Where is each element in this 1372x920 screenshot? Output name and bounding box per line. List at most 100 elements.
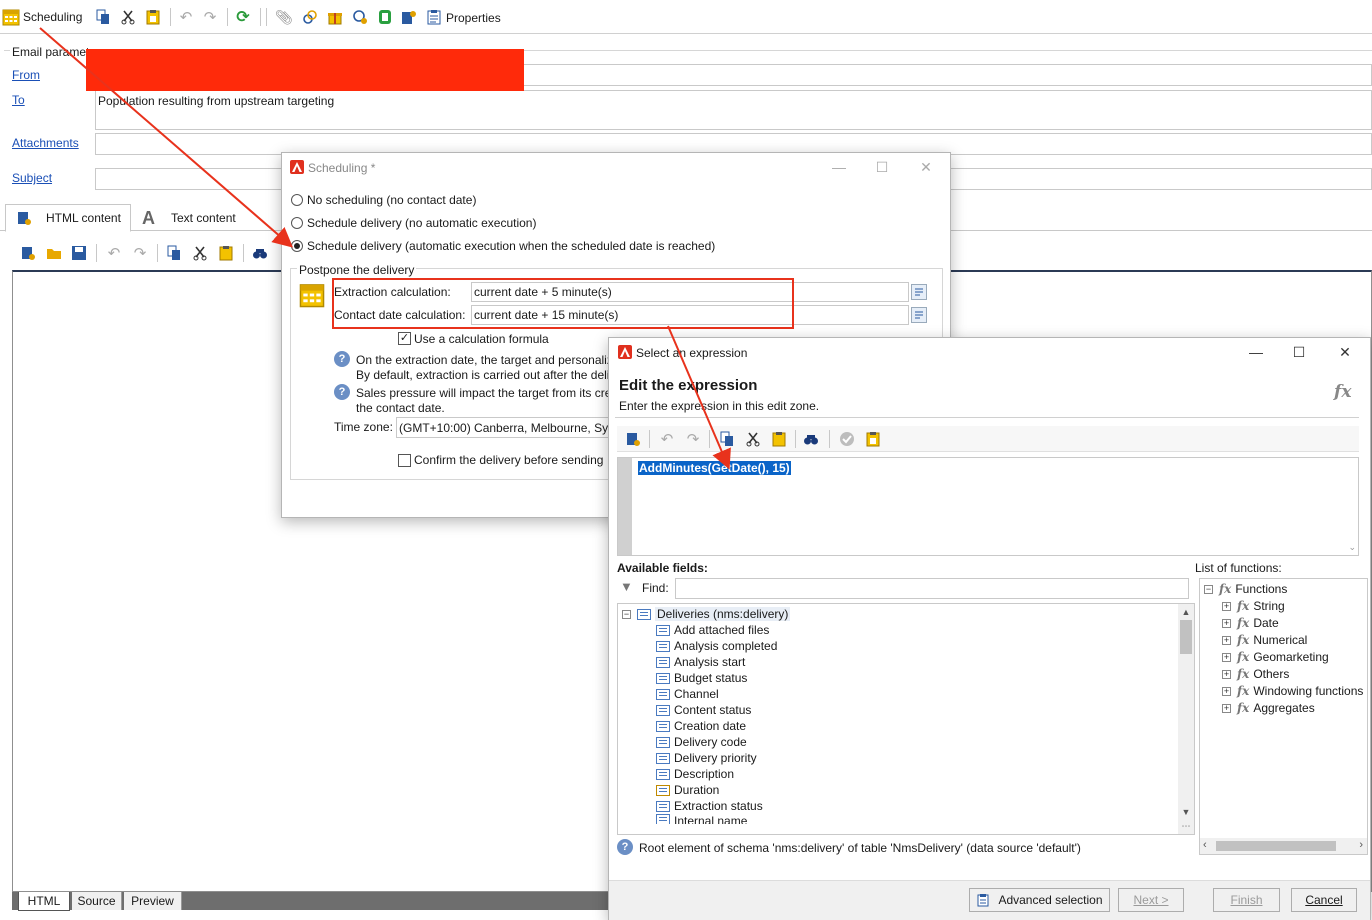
tab-preview[interactable]: Preview [124, 892, 182, 910]
to-link[interactable]: To [12, 93, 25, 107]
list-item[interactable]: Delivery code [656, 734, 747, 750]
editor-find-icon[interactable] [252, 245, 268, 261]
redo-icon[interactable]: ↷ [202, 9, 218, 26]
cut-icon[interactable] [120, 9, 136, 25]
editor-redo-icon[interactable]: ↷ [132, 245, 148, 262]
list-item[interactable]: Analysis completed [656, 638, 777, 654]
new-icon[interactable] [20, 245, 36, 261]
editor-scroll-arrow-icon[interactable]: ⌄ [1348, 542, 1356, 553]
advanced-selection-button[interactable]: Advanced selection [969, 888, 1110, 912]
expr-clipboard-icon[interactable] [865, 431, 881, 447]
cancel-button[interactable]: Cancel [1291, 888, 1357, 912]
use-formula-checkbox[interactable]: ✓ [398, 332, 411, 345]
expand-icon[interactable]: + [1222, 635, 1231, 645]
copy-icon[interactable] [95, 9, 111, 25]
confirm-checkbox[interactable] [398, 454, 411, 467]
contact-date-edit-icon[interactable] [911, 307, 927, 323]
scroll-thumb[interactable] [1180, 620, 1192, 654]
functions-root[interactable]: − fx Functions [1204, 581, 1287, 597]
functions-hscrollbar[interactable]: ‹ › [1200, 838, 1367, 854]
personalize-icon[interactable] [352, 9, 368, 25]
list-item[interactable]: Extraction status [656, 798, 763, 814]
expand-icon[interactable]: + [1222, 618, 1231, 628]
list-item[interactable]: Internal name [656, 814, 747, 824]
expr-copy-icon[interactable] [719, 431, 735, 447]
expr-paste-icon[interactable] [771, 431, 787, 447]
attachment-icon[interactable]: 📎︎ [275, 9, 293, 25]
list-item[interactable]: Duration [656, 782, 719, 798]
function-category[interactable]: + fx Windowing functions [1222, 683, 1363, 699]
collapse-icon[interactable]: − [622, 609, 631, 619]
hscroll-thumb[interactable] [1216, 841, 1336, 851]
expression-close-button[interactable]: ✕ [1323, 338, 1367, 366]
to-field[interactable]: Population resulting from upstream targe… [95, 90, 1372, 130]
list-item[interactable]: Analysis start [656, 654, 745, 670]
function-category[interactable]: + fx Numerical [1222, 632, 1307, 648]
expr-find-icon[interactable] [803, 431, 819, 447]
functions-collapse-icon[interactable]: − [1204, 584, 1213, 594]
expr-cut-icon[interactable] [745, 431, 761, 447]
function-category[interactable]: + fx Others [1222, 666, 1289, 682]
editor-copy-icon[interactable] [166, 245, 182, 261]
tab-html[interactable]: HTML [18, 892, 70, 911]
expr-redo-icon[interactable]: ↷ [685, 431, 701, 448]
tab-html-content[interactable]: HTML content [5, 204, 131, 232]
hscroll-right-icon[interactable]: › [1359, 839, 1363, 851]
radio-schedule-no-auto[interactable] [291, 217, 303, 229]
expand-icon[interactable]: + [1222, 703, 1231, 713]
list-item[interactable]: Budget status [656, 670, 747, 686]
editor-paste-icon[interactable] [218, 245, 234, 261]
expr-undo-icon[interactable]: ↶ [659, 431, 675, 448]
close-button[interactable]: ✕ [904, 153, 948, 181]
tab-text-content[interactable]: A Text content [138, 206, 278, 230]
link-icon[interactable] [302, 9, 318, 25]
finish-button[interactable]: Finish [1213, 888, 1280, 912]
from-link[interactable]: From [12, 68, 40, 82]
undo-icon[interactable]: ↶ [178, 9, 194, 26]
expr-check-icon[interactable] [839, 431, 855, 447]
fields-scrollbar[interactable]: ▲ ▼ [1178, 604, 1194, 820]
expr-new-icon[interactable] [625, 431, 641, 447]
open-folder-icon[interactable] [46, 245, 62, 261]
expression-text[interactable]: AddMinutes(GetDate(), 15) [638, 461, 791, 475]
list-item[interactable]: Channel [656, 686, 719, 702]
save-icon[interactable] [71, 245, 87, 261]
function-category[interactable]: + fx String [1222, 598, 1285, 614]
properties-label[interactable]: Properties [446, 11, 501, 25]
function-category[interactable]: + fx Geomarketing [1222, 649, 1329, 665]
paste-icon[interactable] [145, 9, 161, 25]
expand-icon[interactable]: + [1222, 601, 1231, 611]
properties-icon[interactable] [426, 9, 442, 25]
validation-icon[interactable] [377, 9, 393, 25]
tab-source[interactable]: Source [72, 892, 122, 910]
radio-schedule-auto[interactable] [291, 240, 303, 252]
expand-icon[interactable]: + [1222, 686, 1231, 696]
expression-minimize-button[interactable]: — [1234, 338, 1278, 366]
expand-icon[interactable]: + [1222, 652, 1231, 662]
find-input[interactable] [675, 578, 1189, 599]
resize-grip-icon[interactable]: ⋯ [1178, 820, 1194, 834]
list-item[interactable]: Delivery priority [656, 750, 757, 766]
radio-no-scheduling[interactable] [291, 194, 303, 206]
maximize-button[interactable]: ☐ [860, 153, 904, 181]
gift-icon[interactable] [327, 9, 343, 25]
list-item[interactable]: Description [656, 766, 734, 782]
next-button[interactable]: Next > [1118, 888, 1184, 912]
refresh-icon[interactable]: ⟳ [235, 9, 251, 26]
function-category[interactable]: + fx Aggregates [1222, 700, 1315, 716]
expression-maximize-button[interactable]: ☐ [1277, 338, 1321, 366]
scroll-down-icon[interactable]: ▼ [1178, 804, 1194, 820]
proof-icon[interactable] [401, 9, 417, 25]
scheduling-button[interactable]: Scheduling [2, 7, 82, 27]
editor-cut-icon[interactable] [192, 245, 208, 261]
fields-tree-root[interactable]: − Deliveries (nms:delivery) [622, 606, 791, 622]
expression-editor[interactable]: AddMinutes(GetDate(), 15) ⌄ [617, 457, 1359, 556]
list-item[interactable]: Add attached files [656, 622, 769, 638]
minimize-button[interactable]: — [817, 153, 861, 181]
hscroll-left-icon[interactable]: ‹ [1203, 839, 1207, 851]
extraction-edit-icon[interactable] [911, 284, 927, 300]
scroll-up-icon[interactable]: ▲ [1178, 604, 1194, 620]
list-item[interactable]: Creation date [656, 718, 746, 734]
list-item[interactable]: Content status [656, 702, 751, 718]
attachments-link[interactable]: Attachments [12, 136, 79, 150]
